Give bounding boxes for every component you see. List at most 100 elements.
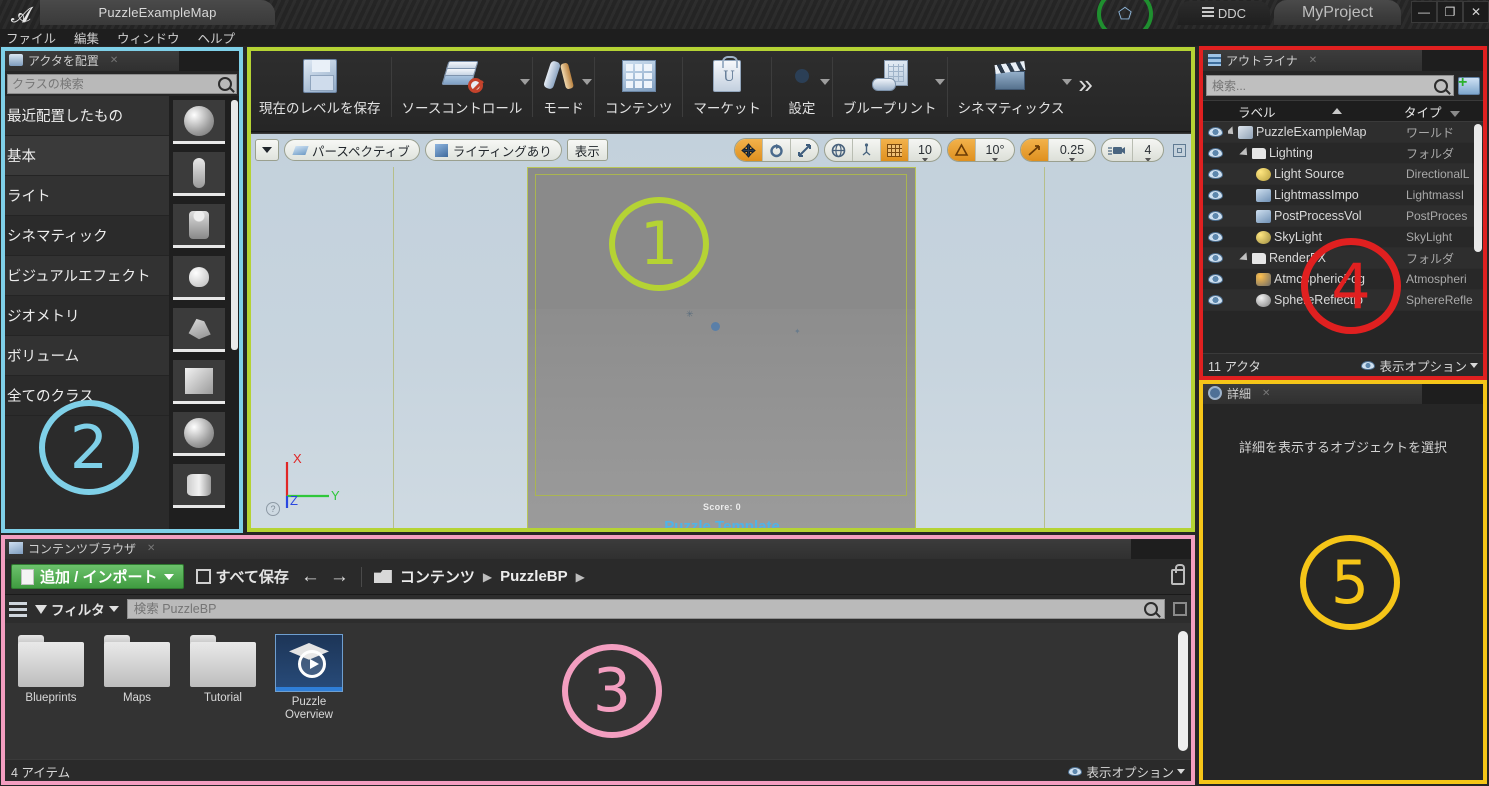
content-search-input[interactable] bbox=[133, 602, 1144, 616]
maximize-button[interactable]: ❐ bbox=[1437, 1, 1463, 23]
toolbar-settings[interactable]: 設定 bbox=[772, 49, 832, 131]
menu-window[interactable]: ウィンドウ bbox=[117, 28, 180, 47]
back-button[interactable]: ← bbox=[301, 566, 320, 588]
chevron-down-icon[interactable] bbox=[1062, 79, 1073, 85]
camera-speed-icon-cell[interactable] bbox=[1102, 139, 1133, 161]
visibility-toggle-icon[interactable] bbox=[1202, 169, 1228, 179]
class-search-row[interactable] bbox=[7, 74, 237, 94]
table-row[interactable]: SphereReflectio SphereRefle bbox=[1202, 290, 1484, 311]
category-visual-effects[interactable]: ビジュアルエフェクト bbox=[3, 256, 169, 296]
list-item[interactable]: Blueprints bbox=[15, 635, 87, 775]
details-tab[interactable]: 詳細 ✕ bbox=[1202, 382, 1484, 404]
angle-snap-toggle[interactable] bbox=[948, 139, 976, 161]
add-import-button[interactable]: 追加 / インポート bbox=[11, 564, 184, 589]
actor-thumb-playerstart[interactable] bbox=[173, 308, 225, 352]
chevron-down-icon[interactable] bbox=[581, 79, 592, 85]
toolbar-content[interactable]: コンテンツ bbox=[595, 49, 683, 131]
world-coordinate-button[interactable] bbox=[825, 139, 853, 161]
visibility-toggle-icon[interactable] bbox=[1202, 148, 1228, 158]
actor-thumb-pointlight[interactable] bbox=[173, 256, 225, 300]
add-actor-icon[interactable] bbox=[1458, 74, 1480, 95]
outliner-search-box[interactable] bbox=[1206, 75, 1454, 96]
category-lights[interactable]: ライト bbox=[3, 176, 169, 216]
table-row[interactable]: LightmassImpo LightmassI bbox=[1202, 185, 1484, 206]
scale-tool-button[interactable] bbox=[791, 139, 818, 161]
angle-snap-value[interactable]: 10° bbox=[976, 139, 1014, 161]
table-row[interactable]: Light Source DirectionalL bbox=[1202, 164, 1484, 185]
table-row[interactable]: PuzzleExampleMap ワールド bbox=[1202, 122, 1484, 143]
minimize-button[interactable]: — bbox=[1411, 1, 1437, 23]
visibility-toggle-icon[interactable] bbox=[1202, 253, 1228, 263]
actor-thumbnail-list[interactable] bbox=[169, 96, 241, 533]
outliner-scrollbar[interactable] bbox=[1474, 124, 1482, 252]
viewport-show-button[interactable]: 表示 bbox=[566, 139, 608, 161]
toolbar-cinematics[interactable]: シネマティックス bbox=[948, 49, 1075, 131]
grid-snap-value[interactable]: 10 bbox=[909, 139, 941, 161]
viewport-lighting-button[interactable]: ライティングあり bbox=[424, 139, 562, 161]
actor-thumb-sphere[interactable] bbox=[173, 100, 225, 144]
chevron-down-icon[interactable] bbox=[934, 79, 945, 85]
close-button[interactable]: ✕ bbox=[1463, 1, 1489, 23]
category-cinematic[interactable]: シネマティック bbox=[3, 216, 169, 256]
chevron-down-icon[interactable] bbox=[992, 158, 998, 161]
actor-thumb-pawn[interactable] bbox=[173, 204, 225, 248]
table-row[interactable]: PostProcessVol PostProces bbox=[1202, 206, 1484, 227]
category-basic[interactable]: 基本 bbox=[3, 136, 169, 176]
outliner-label-column[interactable]: ラベル bbox=[1232, 102, 1404, 121]
visibility-toggle-icon[interactable] bbox=[1202, 127, 1228, 137]
visibility-toggle-icon[interactable] bbox=[1202, 190, 1228, 200]
close-icon[interactable]: ✕ bbox=[147, 543, 155, 554]
toolbar-blueprints[interactable]: ブループリント bbox=[833, 49, 947, 131]
menu-file[interactable]: ファイル bbox=[6, 28, 56, 47]
toolbar-source-control[interactable]: ソースコントロール bbox=[392, 49, 533, 131]
actor-thumb-character[interactable] bbox=[173, 152, 225, 196]
chevron-down-icon[interactable] bbox=[922, 158, 928, 161]
content-view-options-button[interactable]: 表示オプション bbox=[1068, 762, 1185, 781]
outliner-tab[interactable]: アウトライナ ✕ bbox=[1202, 49, 1484, 71]
outliner-type-column[interactable]: タイプ bbox=[1404, 102, 1484, 121]
visibility-toggle-icon[interactable] bbox=[1202, 232, 1228, 242]
content-browser-tab[interactable]: コンテンツブラウザ ✕ bbox=[3, 537, 1193, 559]
content-browser-asset-grid[interactable]: Blueprints Maps Tutorial Puzzle Overview bbox=[3, 623, 1193, 775]
category-volumes[interactable]: ボリューム bbox=[3, 336, 169, 376]
chevron-down-icon[interactable] bbox=[819, 79, 830, 85]
actor-thumb-cube[interactable] bbox=[173, 360, 225, 404]
toolbar-modes[interactable]: モード bbox=[533, 49, 594, 131]
scale-snap-value[interactable]: 0.25 bbox=[1049, 139, 1095, 161]
level-viewport[interactable]: ✳ ✦ Score: 0 Puzzle Template X Y Z ? パース… bbox=[248, 133, 1194, 529]
visibility-toggle-icon[interactable] bbox=[1202, 211, 1228, 221]
actor-thumb-cylinder[interactable] bbox=[173, 464, 225, 508]
viewport-options-button[interactable] bbox=[255, 139, 279, 161]
table-row[interactable]: SkyLight SkyLight bbox=[1202, 227, 1484, 248]
save-all-button[interactable]: すべて保存 bbox=[195, 566, 289, 587]
chevron-down-icon[interactable] bbox=[1069, 158, 1075, 161]
save-search-icon[interactable] bbox=[1173, 602, 1187, 616]
ddc-tab[interactable]: DDC bbox=[1178, 1, 1270, 25]
visibility-toggle-icon[interactable] bbox=[1202, 274, 1228, 284]
breadcrumb-puzzlebp[interactable]: PuzzleBP bbox=[500, 568, 568, 585]
close-icon[interactable]: ✕ bbox=[1309, 55, 1317, 66]
chevron-down-icon[interactable] bbox=[520, 79, 531, 85]
actor-thumb-sphere2[interactable] bbox=[173, 412, 225, 456]
chevron-down-icon[interactable] bbox=[1145, 158, 1151, 161]
list-item[interactable]: Puzzle Overview bbox=[273, 634, 345, 775]
outliner-row-list[interactable]: PuzzleExampleMap ワールド Lighting フォルダ Ligh… bbox=[1202, 122, 1484, 314]
expander-icon[interactable] bbox=[1228, 126, 1237, 138]
viewport-help-icon[interactable]: ? bbox=[266, 502, 280, 516]
camera-speed-value[interactable]: 4 bbox=[1133, 139, 1163, 161]
close-icon[interactable]: ✕ bbox=[110, 55, 118, 66]
grid-snap-toggle[interactable] bbox=[881, 139, 909, 161]
map-tab[interactable]: PuzzleExampleMap bbox=[40, 0, 275, 25]
viewport-scene[interactable]: ✳ ✦ Score: 0 Puzzle Template X Y Z ? bbox=[249, 134, 1193, 528]
outliner-view-options-button[interactable]: 表示オプション bbox=[1361, 356, 1478, 375]
close-icon[interactable]: ✕ bbox=[1262, 388, 1270, 399]
lock-icon[interactable] bbox=[1171, 563, 1185, 585]
category-recently-placed[interactable]: 最近配置したもの bbox=[3, 96, 169, 136]
asset-grid-scrollbar[interactable] bbox=[1178, 631, 1188, 751]
toolbar-save-current-level[interactable]: 現在のレベルを保存 bbox=[249, 49, 391, 131]
rotate-tool-button[interactable] bbox=[763, 139, 791, 161]
toolbar-marketplace[interactable]: マーケット bbox=[683, 49, 771, 131]
viewport-perspective-button[interactable]: パースペクティブ bbox=[284, 139, 420, 161]
filter-button[interactable]: フィルタ bbox=[35, 599, 119, 619]
surface-snap-button[interactable] bbox=[853, 139, 881, 161]
